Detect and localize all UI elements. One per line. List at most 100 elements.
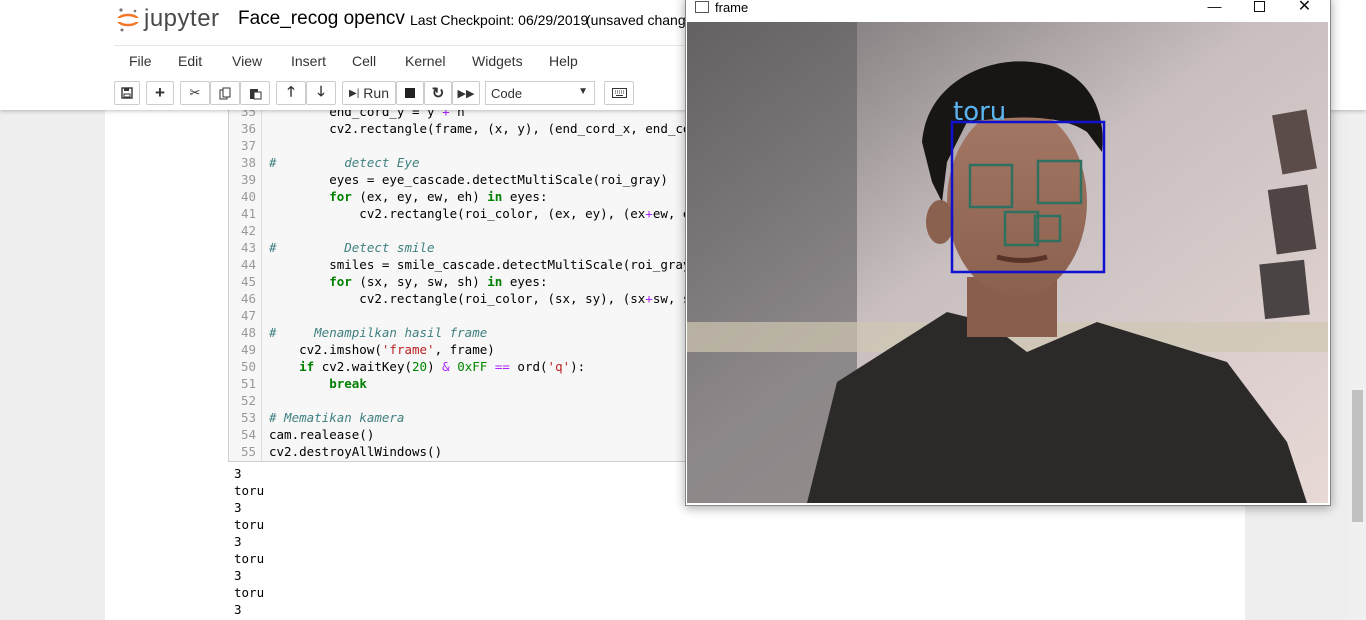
menu-help[interactable]: Help [549,53,578,69]
code-text: # detect Eye [269,155,420,170]
code-line: 35 end_cord_y = y + h [229,110,699,121]
code-line: 47 [229,308,699,325]
chevron-down-icon: ▼ [578,86,588,97]
cut-button[interactable]: ✂ [180,81,210,105]
output-line: 3 [234,602,242,617]
line-number: 38 [240,155,256,170]
code-line: 50 if cv2.waitKey(20) & 0xFF == ord('q')… [229,359,699,376]
line-number: 53 [240,410,256,425]
restart-run-all-button[interactable]: ▶▶ [452,81,480,105]
code-line: 43 # Detect smile [229,240,699,257]
output-line: 3 [234,466,242,481]
code-text: cv2.rectangle(roi_color, (sx, sy), (sx+s… [269,291,699,306]
code-line: 36 cv2.rectangle(frame, (x, y), (end_cor… [229,121,699,138]
line-number: 48 [240,325,256,340]
menu-kernel[interactable]: Kernel [405,53,445,69]
code-line: 44 smiles = smile_cascade.detectMultiSca… [229,257,699,274]
plus-icon: + [155,83,165,102]
notebook-name[interactable]: Face_recog opencv [238,8,405,30]
insert-cell-button[interactable]: + [146,81,174,105]
code-line: 48 # Menampilkan hasil frame [229,325,699,342]
maximize-button[interactable] [1237,0,1282,15]
menu-widgets[interactable]: Widgets [472,53,523,69]
save-button[interactable] [114,81,140,105]
line-number: 54 [240,427,256,442]
window-app-icon [695,1,709,13]
wall-photo-3 [1259,259,1310,320]
code-line: 52 [229,393,699,410]
line-number: 37 [240,138,256,153]
menu-cell[interactable]: Cell [352,53,376,69]
code-text: if cv2.waitKey(20) & 0xFF == ord('q'): [299,359,586,374]
output-line: 3 [234,534,242,549]
code-line: 46 cv2.rectangle(roi_color, (sx, sy), (s… [229,291,699,308]
person-ear [926,200,954,244]
code-text: # Detect smile [269,240,435,255]
code-text: cv2.rectangle(roi_color, (ex, ey), (ex+e… [269,206,699,221]
code-text: cam.realease() [269,427,375,442]
minimize-button[interactable]: — [1192,0,1237,15]
code-text: end_cord_y = y + h [269,110,465,119]
copy-icon [219,87,230,99]
stop-icon [405,88,415,98]
code-text: eyes = eye_cascade.detectMultiScale(roi_… [269,172,668,187]
minimize-icon: — [1207,0,1222,14]
page-scrollbar[interactable] [1349,110,1366,620]
scrollbar-thumb[interactable] [1352,390,1363,522]
jupyter-logo-icon [117,8,139,32]
jupyter-logo-text[interactable]: jupyter [144,5,220,33]
output-line: 3 [234,568,242,583]
run-label: Run [363,85,389,101]
line-number: 55 [240,444,256,459]
code-line: 38 # detect Eye [229,155,699,172]
code-line: 39 eyes = eye_cascade.detectMultiScale(r… [229,172,699,189]
restart-button[interactable]: ↻ [424,81,452,105]
code-text: for (sx, sy, sw, sh) in eyes: [329,274,548,289]
arrow-down-icon: 🡓 [317,83,325,99]
output-line: toru [234,483,265,498]
code-text: # Mematikan kamera [269,410,405,425]
code-line: 40 for (ex, ey, ew, eh) in eyes: [229,189,699,206]
code-cell[interactable]: 35 end_cord_y = y + h 36 cv2.rectangle(fr… [228,110,700,462]
camera-frame: toru [687,22,1328,503]
code-text: cv2.destroyAllWindows() [269,444,443,459]
frame-window[interactable]: frame — ✕ toru [685,0,1331,506]
line-number: 51 [240,376,256,391]
move-up-button[interactable]: 🡑 [276,81,306,105]
fast-forward-icon: ▶▶ [457,87,475,100]
frame-window-title: frame [715,0,749,15]
code-text: smiles = smile_cascade.detectMultiScale(… [269,257,698,272]
refresh-icon: ↻ [431,85,445,102]
keyboard-icon [611,88,627,98]
code-line: 49 cv2.imshow('frame', frame) [229,342,699,359]
line-number: 41 [240,206,256,221]
menu-file[interactable]: File [129,53,152,69]
menu-insert[interactable]: Insert [291,53,326,69]
code-text: for (ex, ey, ew, eh) in eyes: [329,189,548,204]
cell-output: 3 toru 3 toru 3 toru 3 toru 3 [234,466,264,619]
code-line: 42 [229,223,699,240]
line-number: 45 [240,274,256,289]
close-icon: ✕ [1297,0,1312,15]
checkpoint-status: Last Checkpoint: 06/29/2019 [410,12,589,28]
maximize-icon [1254,0,1265,12]
output-line: toru [234,551,265,566]
menu-edit[interactable]: Edit [178,53,202,69]
paste-button[interactable] [240,81,270,105]
command-palette-button[interactable] [604,81,634,105]
line-number: 36 [240,121,256,136]
line-number: 39 [240,172,256,187]
code-line: 45 for (sx, sy, sw, sh) in eyes: [229,274,699,291]
code-line: 37 [229,138,699,155]
line-number: 52 [240,393,256,408]
interrupt-button[interactable] [396,81,424,105]
cell-type-select[interactable]: Code ▼ [485,81,595,105]
code-text: # Menampilkan hasil frame [269,325,488,340]
run-button[interactable]: ▶| Run [342,81,396,105]
menu-view[interactable]: View [232,53,262,69]
close-button[interactable]: ✕ [1282,0,1327,15]
output-line: toru [234,585,265,600]
move-down-button[interactable]: 🡓 [306,81,336,105]
copy-button[interactable] [210,81,240,105]
arrow-up-icon: 🡑 [287,83,295,99]
